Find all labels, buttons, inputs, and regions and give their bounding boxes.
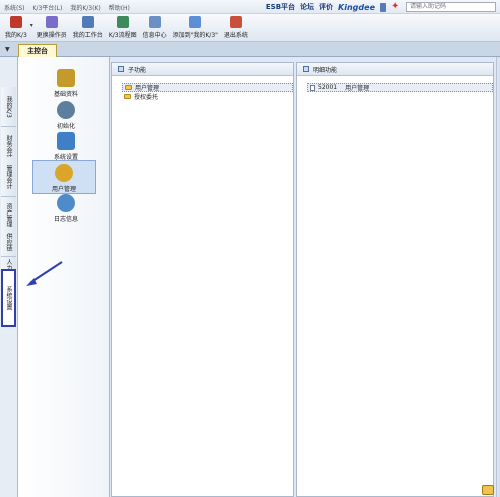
annotation-arrow-overlay bbox=[26, 261, 63, 286]
